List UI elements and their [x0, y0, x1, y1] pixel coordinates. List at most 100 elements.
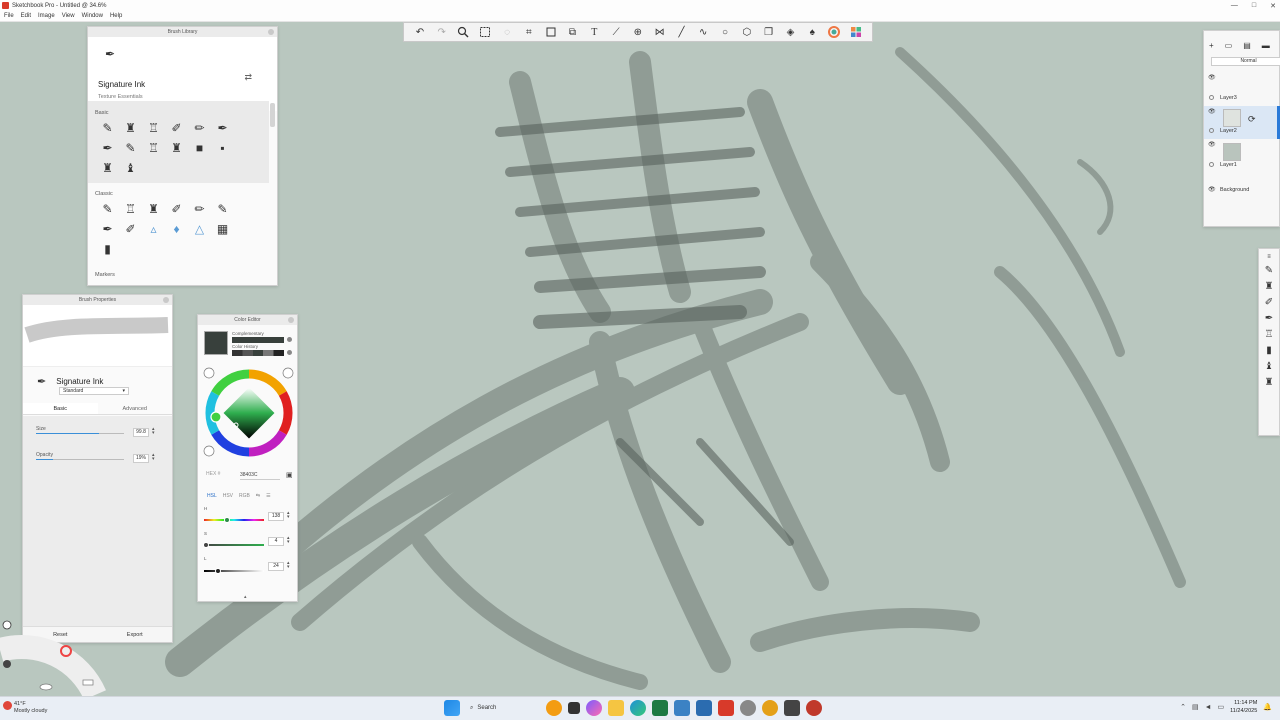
ruler-icon[interactable]: ⟋ [609, 25, 623, 39]
volume-icon[interactable]: ◄ [1205, 704, 1212, 711]
minimize-button[interactable]: — [1231, 2, 1238, 9]
tab-hsl[interactable]: HSL [207, 493, 217, 499]
copic-library-icon[interactable] [849, 25, 863, 39]
brush-blend-icon[interactable]: ♜ [165, 140, 188, 156]
tab-advanced[interactable]: Advanced [98, 403, 173, 414]
settings-icon[interactable] [740, 700, 756, 716]
lagoon-brush-icon[interactable] [39, 683, 53, 691]
size-slider[interactable] [36, 433, 124, 434]
brush-pencil-icon[interactable]: ✎ [96, 120, 119, 136]
collapse-icon[interactable]: ▴ [244, 594, 247, 600]
classic-ballpoint-icon[interactable]: ✏ [188, 201, 211, 217]
tab-rgb[interactable]: RGB [239, 493, 250, 499]
classic-eraser-icon[interactable]: ▮ [96, 241, 119, 257]
visibility-eye-icon[interactable]: 👁 [1208, 74, 1216, 81]
zoom-icon[interactable] [456, 25, 470, 39]
media-app-icon[interactable] [762, 700, 778, 716]
shape-icon[interactable]: ⬡ [740, 25, 754, 39]
weather-icon[interactable] [3, 701, 12, 710]
capture-app-icon[interactable] [784, 700, 800, 716]
hue-slider[interactable] [204, 519, 264, 521]
battery-icon[interactable]: ▭ [1218, 703, 1225, 711]
l-stepper[interactable]: ▴ ▾ [287, 561, 290, 570]
s-stepper[interactable]: ▴ ▾ [287, 536, 290, 545]
dock-brush-3-icon[interactable]: ✐ [1259, 297, 1279, 308]
tab-basic[interactable]: Basic [23, 403, 98, 414]
dock-brush-1-icon[interactable]: ✎ [1259, 265, 1279, 276]
add-image-icon[interactable]: ▤ [1243, 41, 1251, 50]
dock-menu-icon[interactable]: ≡ [1259, 254, 1279, 260]
classic-droplet-icon[interactable]: ♦ [165, 221, 188, 237]
h-value-box[interactable]: 138 [268, 512, 284, 521]
perspective-icon[interactable]: ⊕ [631, 25, 645, 39]
redo-icon[interactable]: ↷ [435, 25, 449, 39]
lasso-icon[interactable]: ◌ [500, 25, 514, 39]
ellipse-icon[interactable]: ○ [718, 25, 732, 39]
opacity-slider[interactable] [36, 459, 124, 460]
layer-menu-icon[interactable]: ▬ [1262, 41, 1270, 50]
opacity-stepper[interactable]: ▴ ▾ [152, 453, 155, 462]
brush-crayon-icon[interactable]: ✐ [165, 120, 188, 136]
lightness-slider-knob[interactable] [215, 568, 222, 574]
store-icon[interactable] [674, 700, 690, 716]
size-value-box[interactable]: 99.8 [133, 428, 149, 437]
menu-image[interactable]: Image [38, 13, 55, 19]
brush-library-header[interactable]: Brush Library [88, 27, 277, 37]
symmetry-icon[interactable]: ⋈ [653, 25, 667, 39]
brush-pen-icon[interactable]: ✒ [211, 120, 234, 136]
brush-spray-icon[interactable]: ♖ [142, 120, 165, 136]
brush-soft-icon[interactable]: ✎ [119, 140, 142, 156]
notifications-icon[interactable]: 🔔 [1263, 703, 1272, 711]
complementary-bar[interactable] [232, 337, 284, 343]
excel-icon[interactable] [652, 700, 668, 716]
transparent-color-icon[interactable] [203, 367, 215, 379]
layer-row-layer3[interactable]: 👁 Layer3 [1204, 73, 1280, 101]
add-group-icon[interactable]: ▭ [1225, 41, 1233, 50]
hue-handle[interactable] [210, 411, 222, 423]
undo-icon[interactable]: ↶ [413, 25, 427, 39]
hex-input[interactable]: 38403C [240, 471, 280, 480]
brush-airbrush-icon[interactable]: ♜ [119, 120, 142, 136]
menu-window[interactable]: Window [82, 13, 103, 19]
file-explorer-icon[interactable] [608, 700, 624, 716]
system-clock[interactable]: 11:14 PM 11/24/2025 [1230, 699, 1257, 715]
blend-mode-select[interactable]: Normal [1211, 57, 1280, 66]
opacity-value-box[interactable]: 19% [133, 454, 149, 463]
color-wheel[interactable] [203, 367, 294, 458]
color-wheel-icon[interactable] [827, 25, 841, 39]
size-stepper[interactable]: ▴ ▾ [152, 427, 155, 436]
classic-triangle-icon[interactable]: ▵ [142, 221, 165, 237]
classic-marker-icon[interactable]: ✐ [165, 201, 188, 217]
color-editor-header[interactable]: Color Editor [198, 315, 297, 325]
edge-browser-icon[interactable] [630, 700, 646, 716]
menu-view[interactable]: View [62, 13, 75, 19]
visibility-eye-icon[interactable]: 👁 [1208, 186, 1216, 193]
taskbar-search[interactable]: ⌕ Search [466, 700, 540, 716]
brush-eraser-icon[interactable]: ♝ [119, 160, 142, 176]
library-scrollbar[interactable] [270, 103, 275, 127]
brush-smudge-icon[interactable]: ♜ [96, 160, 119, 176]
layer-options-icon[interactable]: ⟳ [1248, 114, 1256, 125]
brush-marker-icon[interactable]: ✏ [188, 120, 211, 136]
text-icon[interactable]: T [587, 25, 601, 39]
menu-edit[interactable]: Edit [21, 13, 31, 19]
copy-icon[interactable]: ❐ [762, 25, 776, 39]
lagoon-eraser-icon[interactable] [82, 679, 94, 686]
layer-row-background[interactable]: 👁 Background [1204, 183, 1280, 209]
dock-brush-7-icon[interactable]: ♝ [1259, 361, 1279, 372]
classic-cone-icon[interactable]: △ [188, 221, 211, 237]
distort-icon[interactable]: ⧉ [565, 25, 579, 39]
classic-block-icon[interactable]: ▦ [211, 221, 234, 237]
layers-icon[interactable]: ◈ [783, 25, 797, 39]
brush-library-icon[interactable]: ♠ [805, 25, 819, 39]
menu-file[interactable]: File [4, 13, 14, 19]
brush-paint-icon[interactable]: ♖ [142, 140, 165, 156]
fill-bucket-icon[interactable] [203, 445, 215, 457]
obs-record-icon[interactable] [806, 700, 822, 716]
sketchbook-taskbar-icon[interactable] [718, 700, 734, 716]
network-icon[interactable]: ▤ [1192, 703, 1199, 711]
dock-brush-5-icon[interactable]: ♖ [1259, 329, 1279, 340]
select-icon[interactable] [478, 25, 492, 39]
panel-close-icon[interactable] [288, 317, 294, 323]
panel-close-icon[interactable] [268, 29, 274, 35]
